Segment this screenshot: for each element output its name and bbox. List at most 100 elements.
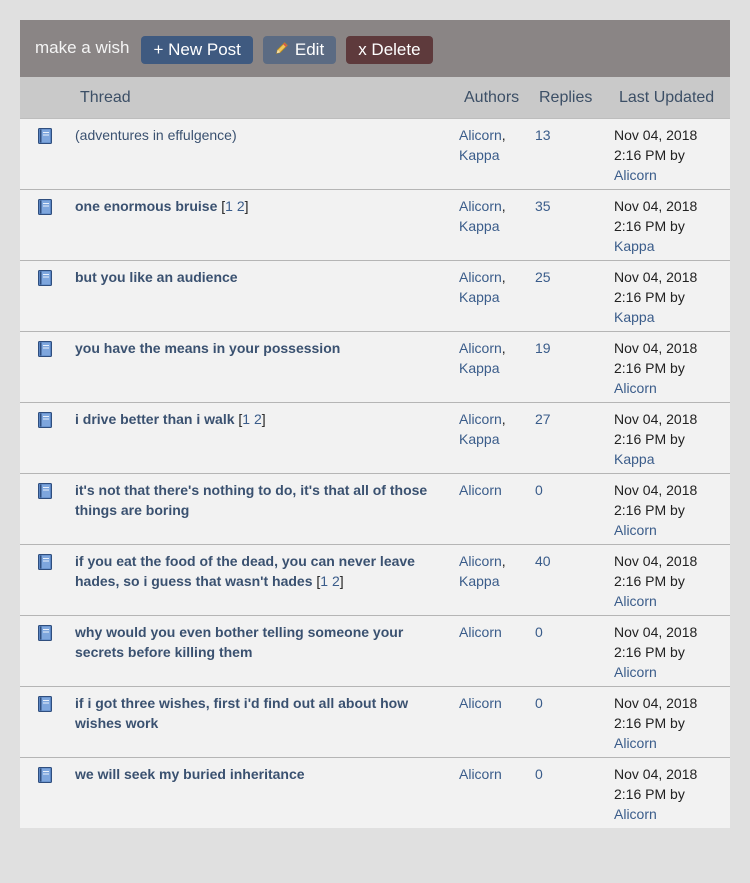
- replies-count: 25: [535, 269, 551, 285]
- thread-title-link[interactable]: we will seek my buried inheritance: [75, 766, 305, 782]
- author-link[interactable]: Kappa: [459, 360, 499, 376]
- thread-row[interactable]: why would you even bother telling someon…: [20, 616, 730, 687]
- thread-title-link[interactable]: you have the means in your possession: [75, 340, 340, 356]
- thread-cell: (adventures in effulgence): [75, 125, 445, 145]
- thread-row[interactable]: you have the means in your possession Ali…: [20, 332, 730, 403]
- author-link[interactable]: Alicorn: [459, 340, 502, 356]
- replies-count: 0: [535, 624, 543, 640]
- thread-book-icon: [38, 199, 52, 215]
- authors-cell: Alicorn: [459, 480, 529, 500]
- updated-time: 2:16 PM by: [614, 431, 685, 447]
- updated-time: 2:16 PM by: [614, 644, 685, 660]
- updated-by-link[interactable]: Alicorn: [614, 664, 657, 680]
- thread-cell: i drive better than i walk [1 2]: [75, 409, 445, 429]
- last-updated-cell: Nov 04, 2018 2:16 PM by Alicorn: [614, 338, 724, 398]
- thread-cell: we will seek my buried inheritance: [75, 764, 445, 784]
- column-header-authors[interactable]: Authors: [464, 89, 519, 107]
- thread-title-link[interactable]: but you like an audience: [75, 269, 238, 285]
- authors-cell: Alicorn, Kappa: [459, 553, 506, 589]
- last-updated-cell: Nov 04, 2018 2:16 PM by Kappa: [614, 196, 724, 256]
- author-link[interactable]: Kappa: [459, 289, 499, 305]
- column-header-thread[interactable]: Thread: [80, 89, 131, 107]
- thread-title-link[interactable]: it's not that there's nothing to do, it'…: [75, 482, 427, 518]
- thread-table-body: (adventures in effulgence) Alicorn, Kappa 1…: [20, 119, 730, 828]
- updated-by-link[interactable]: Alicorn: [614, 522, 657, 538]
- thread-book-icon: [38, 270, 52, 286]
- thread-book-icon: [38, 625, 52, 641]
- author-link[interactable]: Alicorn: [459, 198, 502, 214]
- replies-count: 0: [535, 482, 543, 498]
- updated-date: Nov 04, 2018: [614, 624, 698, 640]
- updated-by-link[interactable]: Alicorn: [614, 806, 657, 822]
- updated-time: 2:16 PM by: [614, 573, 685, 589]
- author-link[interactable]: Alicorn: [459, 482, 502, 498]
- thread-title-link[interactable]: why would you even bother telling someon…: [75, 624, 403, 660]
- author-link[interactable]: Kappa: [459, 218, 499, 234]
- page-link[interactable]: 2: [332, 573, 340, 589]
- author-link[interactable]: Kappa: [459, 431, 499, 447]
- page-list: [1 2]: [217, 198, 249, 214]
- updated-date: Nov 04, 2018: [614, 553, 698, 569]
- page-link[interactable]: 1: [320, 573, 328, 589]
- updated-date: Nov 04, 2018: [614, 411, 698, 427]
- thread-title-link[interactable]: one enormous bruise: [75, 198, 217, 214]
- delete-button[interactable]: x Delete: [346, 35, 433, 64]
- thread-title-link[interactable]: i drive better than i walk: [75, 411, 235, 427]
- thread-book-icon: [38, 412, 52, 428]
- updated-by-link[interactable]: Kappa: [614, 451, 654, 467]
- thread-cell: if you eat the food of the dead, you can…: [75, 551, 445, 591]
- thread-row[interactable]: if you eat the food of the dead, you can…: [20, 545, 730, 616]
- thread-row[interactable]: we will seek my buried inheritance Alicor…: [20, 758, 730, 828]
- page-link[interactable]: 2: [254, 411, 262, 427]
- delete-label: x Delete: [358, 39, 421, 59]
- updated-by-link[interactable]: Kappa: [614, 238, 654, 254]
- thread-row[interactable]: but you like an audience Alicorn, Kappa 25 N…: [20, 261, 730, 332]
- updated-date: Nov 04, 2018: [614, 766, 698, 782]
- author-link[interactable]: Kappa: [459, 573, 499, 589]
- updated-time: 2:16 PM by: [614, 289, 685, 305]
- last-updated-cell: Nov 04, 2018 2:16 PM by Alicorn: [614, 764, 724, 824]
- authors-cell: Alicorn: [459, 764, 529, 784]
- author-link[interactable]: Alicorn: [459, 766, 502, 782]
- authors-cell: Alicorn, Kappa: [459, 340, 506, 376]
- thread-row[interactable]: (adventures in effulgence) Alicorn, Kappa 1…: [20, 119, 730, 190]
- column-header-last-updated[interactable]: Last Updated: [619, 89, 714, 107]
- last-updated-cell: Nov 04, 2018 2:16 PM by Kappa: [614, 409, 724, 469]
- thread-cell: it's not that there's nothing to do, it'…: [75, 480, 445, 520]
- thread-title-link[interactable]: if you eat the food of the dead, you can…: [75, 553, 415, 589]
- thread-row[interactable]: it's not that there's nothing to do, it'…: [20, 474, 730, 545]
- thread-row[interactable]: if i got three wishes, first i'd find ou…: [20, 687, 730, 758]
- last-updated-cell: Nov 04, 2018 2:16 PM by Alicorn: [614, 480, 724, 540]
- author-link[interactable]: Alicorn: [459, 553, 502, 569]
- column-header-replies[interactable]: Replies: [539, 89, 592, 107]
- thread-title-link[interactable]: (adventures in effulgence): [75, 127, 237, 143]
- new-post-label: + New Post: [153, 39, 241, 59]
- author-link[interactable]: Kappa: [459, 147, 499, 163]
- thread-book-icon: [38, 483, 52, 499]
- author-link[interactable]: Alicorn: [459, 695, 502, 711]
- author-link[interactable]: Alicorn: [459, 624, 502, 640]
- edit-button[interactable]: Edit: [262, 35, 337, 64]
- updated-by-link[interactable]: Alicorn: [614, 167, 657, 183]
- thread-row[interactable]: one enormous bruise [1 2] Alicorn, Kappa 35…: [20, 190, 730, 261]
- author-link[interactable]: Alicorn: [459, 411, 502, 427]
- new-post-button[interactable]: + New Post: [141, 35, 253, 64]
- author-link[interactable]: Alicorn: [459, 127, 502, 143]
- thread-title-link[interactable]: if i got three wishes, first i'd find ou…: [75, 695, 408, 731]
- table-header: Thread Authors Replies Last Updated: [20, 77, 730, 119]
- updated-by-link[interactable]: Alicorn: [614, 380, 657, 396]
- updated-by-link[interactable]: Kappa: [614, 309, 654, 325]
- page-link[interactable]: 1: [225, 198, 233, 214]
- author-link[interactable]: Alicorn: [459, 269, 502, 285]
- updated-by-link[interactable]: Alicorn: [614, 593, 657, 609]
- authors-cell: Alicorn, Kappa: [459, 198, 506, 234]
- updated-time: 2:16 PM by: [614, 715, 685, 731]
- updated-by-link[interactable]: Alicorn: [614, 735, 657, 751]
- updated-time: 2:16 PM by: [614, 786, 685, 802]
- replies-count: 0: [535, 695, 543, 711]
- page-link[interactable]: 2: [237, 198, 245, 214]
- thread-row[interactable]: i drive better than i walk [1 2] Alicorn,…: [20, 403, 730, 474]
- page-link[interactable]: 1: [242, 411, 250, 427]
- updated-date: Nov 04, 2018: [614, 482, 698, 498]
- replies-count: 40: [535, 553, 551, 569]
